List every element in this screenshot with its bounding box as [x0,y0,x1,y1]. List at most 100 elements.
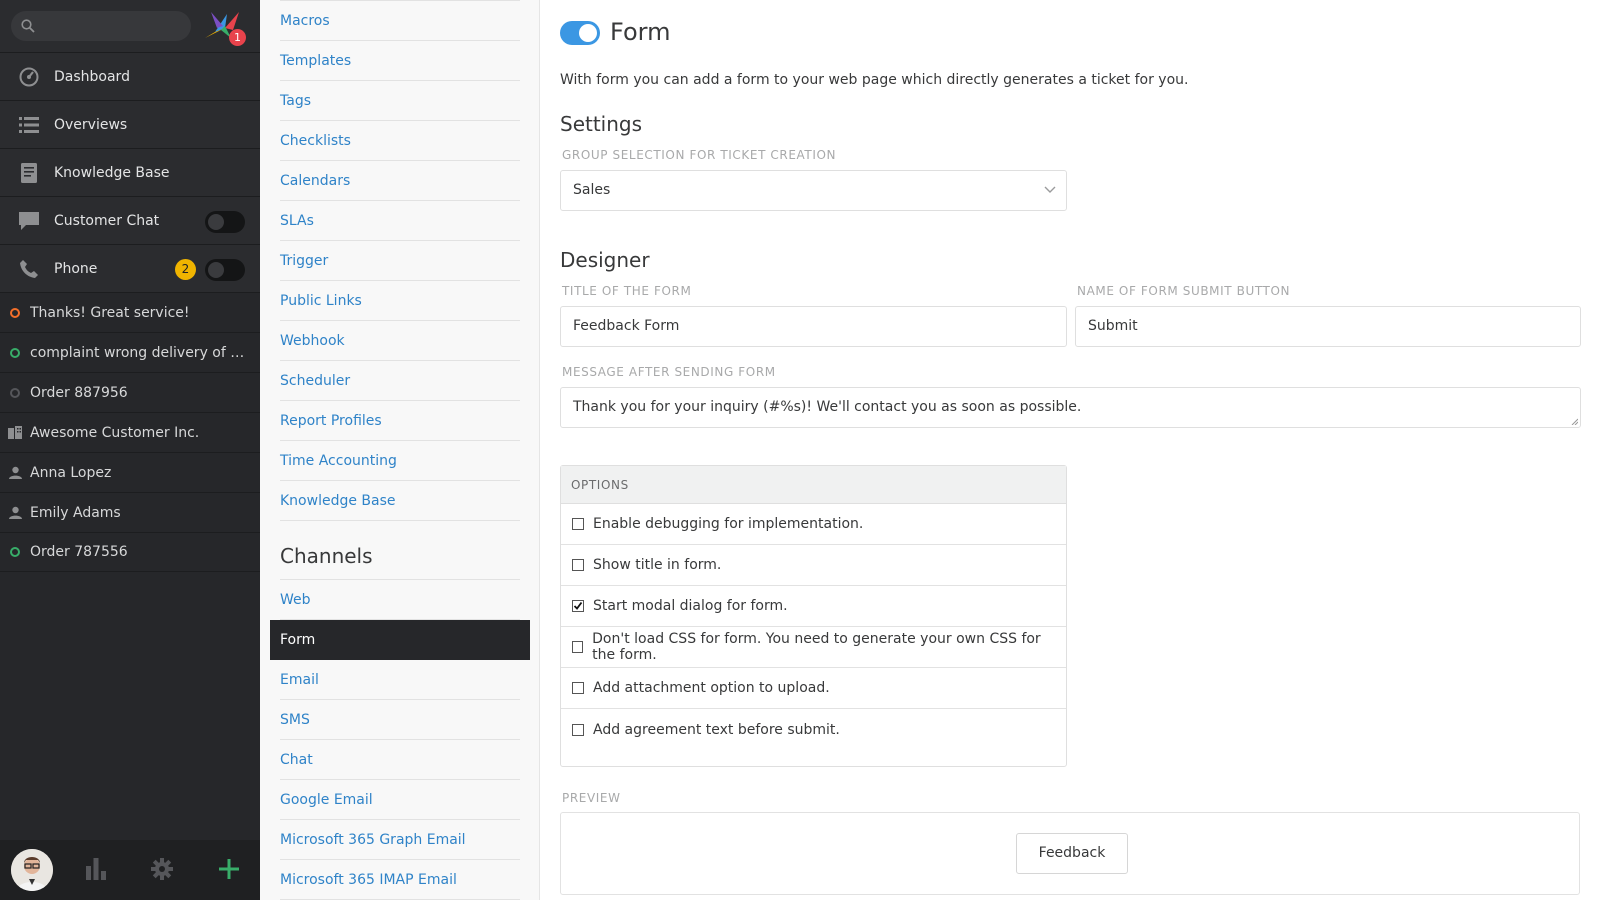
add-icon[interactable] [218,858,240,884]
menu-link-calendars[interactable]: Calendars [280,161,520,201]
nav-item-dashboard[interactable]: Dashboard [0,52,260,100]
message-after-sending-textarea[interactable]: Thank you for your inquiry (#%s)! We'll … [560,387,1581,428]
option-label: Start modal dialog for form. [593,598,788,614]
option-show-title[interactable]: Show title in form. [561,545,1066,586]
phone-count-badge: 2 [175,259,196,280]
menu-link-templates[interactable]: Templates [280,41,520,81]
checkbox-checked-icon[interactable] [572,600,584,612]
checkbox-unchecked-icon[interactable] [572,682,584,694]
dashboard-icon [15,66,43,88]
option-add-agreement-text[interactable]: Add agreement text before submit. [561,709,1066,750]
checkbox-unchecked-icon[interactable] [572,559,584,571]
nav-item-label: Dashboard [54,68,130,85]
task-item[interactable]: Thanks! Great service! [0,292,260,332]
settings-heading: Settings [560,112,643,136]
option-label: Show title in form. [593,557,722,573]
menu-link-sms[interactable]: SMS [280,700,520,740]
preview-label: Preview [562,791,621,805]
menu-link-trigger[interactable]: Trigger [280,241,520,281]
menu-link-report-profiles[interactable]: Report Profiles [280,401,520,441]
feedback-preview-button[interactable]: Feedback [1016,833,1128,874]
organization-icon [8,426,22,440]
menu-link-form[interactable]: Form [270,620,530,660]
submit-button-name-input[interactable]: Submit [1075,306,1581,347]
channels-heading: Channels [280,540,520,580]
option-add-attachment[interactable]: Add attachment option to upload. [561,668,1066,709]
settings-icon[interactable] [151,858,173,884]
ticket-status-icon [8,306,22,320]
phone-toggle[interactable] [205,259,245,281]
chat-icon [15,210,43,232]
menu-link-email[interactable]: Email [280,660,520,700]
option-label: Add attachment option to upload. [593,680,830,696]
chevron-down-icon [1044,186,1056,193]
designer-heading: Designer [560,248,650,272]
task-item[interactable]: Order 887956 [0,372,260,412]
search-input[interactable] [11,11,191,41]
task-item[interactable]: Awesome Customer Inc. [0,412,260,452]
menu-link-time-accounting[interactable]: Time Accounting [280,441,520,481]
task-label: Emily Adams [30,504,121,521]
checkbox-unchecked-icon[interactable] [572,723,584,736]
option-label: Add agreement text before submit. [593,721,840,738]
nav-item-overviews[interactable]: Overviews [0,100,260,148]
option-start-modal-dialog[interactable]: Start modal dialog for form. [561,586,1066,627]
nav-item-label: Knowledge Base [54,164,170,181]
form-enabled-toggle[interactable] [560,21,600,45]
menu-link-web[interactable]: Web [280,580,520,620]
submit-button-name-label: Name of form submit button [1077,284,1291,298]
form-settings-page: Form With form you can add a form to you… [540,0,1600,900]
resize-handle-icon[interactable] [1571,418,1578,425]
task-label: Order 787556 [30,544,128,560]
knowledge-base-icon [15,162,43,184]
task-item[interactable]: Anna Lopez [0,452,260,492]
avatar[interactable] [11,849,53,891]
main-navigation: 1 Dashboard Overviews Knowledge Base Cus… [0,0,260,900]
submit-button-name-value: Submit [1088,318,1138,334]
menu-link-chat[interactable]: Chat [280,740,520,780]
task-label: Thanks! Great service! [30,304,190,321]
menu-link-tags[interactable]: Tags [280,81,520,121]
message-after-sending-value: Thank you for your inquiry (#%s)! We'll … [573,399,1082,415]
menu-link-macros[interactable]: Macros [280,1,520,41]
page-title: Form [610,18,671,46]
search-icon [21,19,35,33]
menu-link-scheduler[interactable]: Scheduler [280,361,520,401]
notification-count-badge[interactable]: 1 [229,29,246,46]
task-item[interactable]: Order 787556 [0,532,260,572]
menu-link-slas[interactable]: SLAs [280,201,520,241]
nav-item-knowledge-base[interactable]: Knowledge Base [0,148,260,196]
nav-item-label: Customer Chat [54,212,160,229]
option-enable-debugging[interactable]: Enable debugging for implementation. [561,504,1066,545]
menu-link-webhook[interactable]: Webhook [280,321,520,361]
option-label: Don't load CSS for form. You need to gen… [592,631,1041,663]
task-item[interactable]: complaint wrong delivery of ord... [0,332,260,372]
task-label: complaint wrong delivery of ord... [30,344,245,361]
customer-chat-toggle[interactable] [205,211,245,233]
checkbox-unchecked-icon[interactable] [572,518,584,530]
user-icon [8,466,22,480]
option-label: Enable debugging for implementation. [593,516,864,532]
task-label: Order 887956 [30,384,128,401]
ticket-status-icon [8,386,22,400]
menu-link-knowledge-base[interactable]: Knowledge Base [280,481,520,521]
nav-footer [0,840,260,900]
overviews-icon [15,114,43,136]
checkbox-unchecked-icon[interactable] [572,641,584,653]
menu-link-public-links[interactable]: Public Links [280,281,520,321]
form-title-input[interactable]: Feedback Form [560,306,1067,347]
menu-link-checklists[interactable]: Checklists [280,121,520,161]
option-dont-load-css[interactable]: Don't load CSS for form. You need to gen… [561,627,1066,668]
reporting-icon[interactable] [86,858,106,884]
nav-item-phone[interactable]: Phone 2 [0,244,260,292]
menu-link-microsoft-365-graph-email[interactable]: Microsoft 365 Graph Email [280,820,520,860]
group-select[interactable]: Sales [560,170,1067,211]
nav-item-customer-chat[interactable]: Customer Chat [0,196,260,244]
admin-menu: Macros Templates Tags Checklists Calenda… [260,0,540,900]
menu-link-google-email[interactable]: Google Email [280,780,520,820]
task-item[interactable]: Emily Adams [0,492,260,532]
phone-icon [15,258,43,280]
form-title-value: Feedback Form [573,318,680,334]
menu-link-microsoft-365-imap-email[interactable]: Microsoft 365 IMAP Email [280,860,520,900]
nav-header: 1 [0,0,260,52]
